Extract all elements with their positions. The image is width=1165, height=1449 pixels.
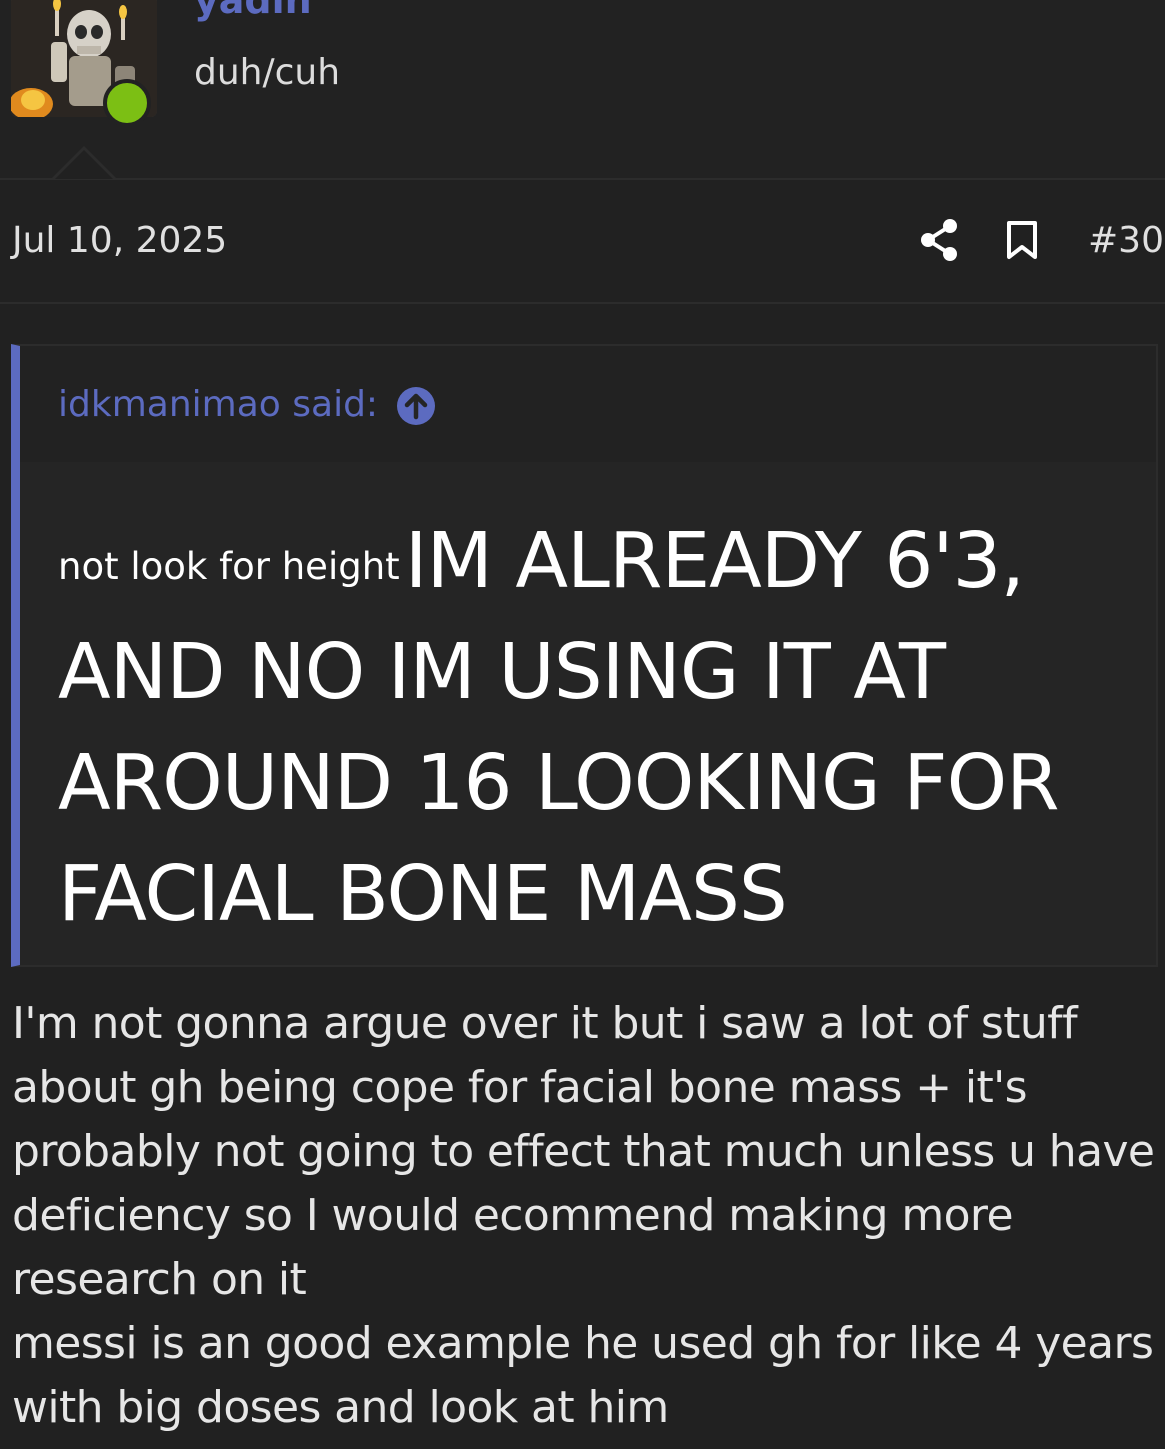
quote-small-text: not look for height xyxy=(58,545,400,588)
post-date[interactable]: Jul 10, 2025 xyxy=(12,220,227,261)
online-status-indicator xyxy=(103,79,151,127)
post-body: I'm not gonna argue over it but i saw a … xyxy=(12,992,1162,1440)
post-meta-bar: Jul 10, 2025 #30 xyxy=(0,180,1165,304)
post-body-line: about gh being cope for facial bone mass… xyxy=(12,1062,1028,1113)
jump-to-quote-button[interactable] xyxy=(396,386,436,426)
bookmark-button[interactable] xyxy=(1004,220,1040,260)
quote-big-text-line: AROUND 16 LOOKING FOR xyxy=(58,739,1060,828)
username[interactable]: yadin xyxy=(194,0,312,22)
post-number-link[interactable]: #30 xyxy=(1088,220,1164,261)
post-body-line: deficiency so I would ecommend making mo… xyxy=(12,1190,1014,1241)
quote-big-text-line: IM ALREADY 6'3, xyxy=(404,517,1025,606)
post-body-line: research on it xyxy=(12,1254,307,1305)
share-button[interactable] xyxy=(920,218,960,262)
post-body-line: with big doses and look at him xyxy=(12,1382,669,1433)
quote-big-text-line: FACIAL BONE MASS xyxy=(58,850,788,939)
quote-author-link[interactable]: idkmanimao said: xyxy=(58,384,378,425)
user-title: duh/cuh xyxy=(194,52,341,93)
quote-body: not look for height IM ALREADY 6'3, AND … xyxy=(58,506,1138,950)
arrow-up-circle-icon xyxy=(397,387,435,425)
post-body-line: probably not going to effect that much u… xyxy=(12,1126,1155,1177)
post-body-line: I'm not gonna argue over it but i saw a … xyxy=(12,998,1078,1049)
quote-line-1: not look for height IM ALREADY 6'3, xyxy=(58,506,1138,617)
quote-header: idkmanimao said: xyxy=(20,346,1156,462)
bookmark-icon xyxy=(1007,221,1037,259)
user-header: yadin duh/cuh xyxy=(0,0,1165,180)
message-arrow-inner xyxy=(55,150,113,179)
share-icon xyxy=(921,219,957,261)
quote-block: idkmanimao said: not look for height IM … xyxy=(11,344,1158,967)
quote-big-text-line: AND NO IM USING IT AT xyxy=(58,628,946,717)
post-body-line: messi is an good example he used gh for … xyxy=(12,1318,1154,1369)
